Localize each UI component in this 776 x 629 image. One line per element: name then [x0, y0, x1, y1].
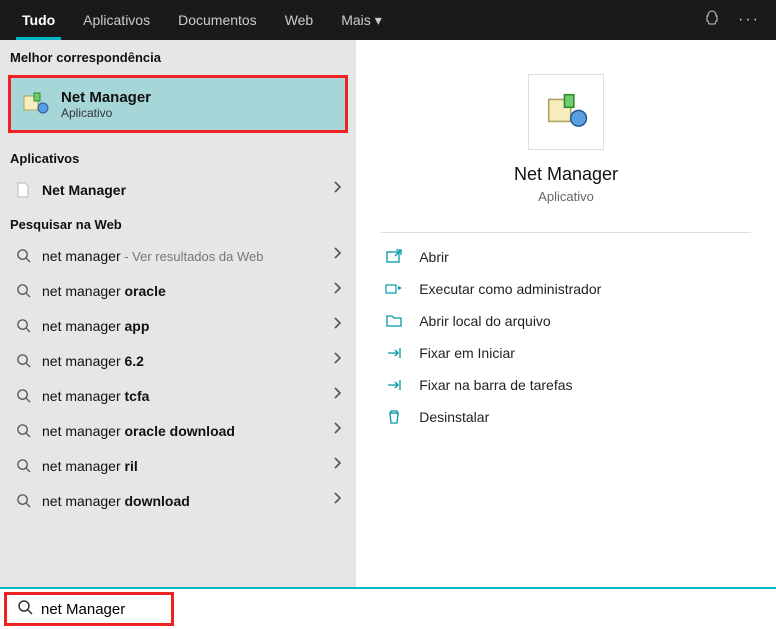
- result-text: net manager oracle: [42, 283, 166, 299]
- tab-all[interactable]: Tudo: [8, 0, 69, 40]
- apps-label: Aplicativos: [0, 141, 356, 172]
- action-label: Desinstalar: [419, 409, 489, 425]
- best-match-text: Net Manager Aplicativo: [61, 89, 151, 120]
- chevron-right-icon: [332, 180, 342, 199]
- topbar-actions: ···: [704, 10, 768, 31]
- preview-title: Net Manager: [514, 164, 618, 185]
- admin-icon: [385, 282, 403, 296]
- chevron-down-icon: ▾: [375, 12, 382, 29]
- search-icon: [14, 458, 32, 473]
- web-result-row[interactable]: net manager 6.2: [0, 343, 356, 378]
- pin-start-icon: [385, 346, 403, 360]
- result-text: net manager download: [42, 493, 190, 509]
- search-input[interactable]: [41, 601, 161, 618]
- result-text: net manager ril: [42, 458, 138, 474]
- result-text: net manager oracle download: [42, 423, 235, 439]
- tab-label: Web: [285, 12, 314, 28]
- chevron-right-icon: [332, 281, 342, 300]
- preview-subtitle: Aplicativo: [538, 189, 594, 204]
- best-match-title: Net Manager: [61, 89, 151, 106]
- search-bar: [0, 589, 776, 629]
- web-result-row[interactable]: net manager tcfa: [0, 378, 356, 413]
- divider: [381, 232, 751, 233]
- best-match-label: Melhor correspondência: [0, 40, 356, 71]
- results-panel: Melhor correspondência Net Manager Aplic…: [0, 40, 356, 589]
- result-text: Net Manager: [42, 182, 126, 198]
- web-result-row[interactable]: net manager ril: [0, 448, 356, 483]
- chevron-right-icon: [332, 456, 342, 475]
- open-icon: [385, 249, 403, 265]
- search-icon: [14, 318, 32, 333]
- action-label: Abrir: [419, 249, 449, 265]
- best-match-subtitle: Aplicativo: [61, 106, 151, 120]
- web-result-row[interactable]: net manager - Ver resultados da Web: [0, 238, 356, 273]
- tab-documents[interactable]: Documentos: [164, 0, 271, 40]
- web-label: Pesquisar na Web: [0, 207, 356, 238]
- action-admin[interactable]: Executar como administrador: [381, 273, 751, 305]
- chevron-right-icon: [332, 421, 342, 440]
- chevron-right-icon: [332, 316, 342, 335]
- app-icon: [19, 88, 51, 120]
- search-box[interactable]: [4, 592, 174, 626]
- web-result-row[interactable]: net manager app: [0, 308, 356, 343]
- search-icon: [14, 388, 32, 403]
- action-label: Fixar na barra de tarefas: [419, 377, 572, 393]
- chevron-right-icon: [332, 491, 342, 510]
- result-text: net manager 6.2: [42, 353, 144, 369]
- uninstall-icon: [385, 409, 403, 425]
- action-uninstall[interactable]: Desinstalar: [381, 401, 751, 433]
- search-icon: [14, 493, 32, 508]
- main-area: Melhor correspondência Net Manager Aplic…: [0, 40, 776, 589]
- pin-task-icon: [385, 378, 403, 392]
- tab-more[interactable]: Mais▾: [327, 0, 396, 40]
- top-tabs-bar: Tudo Aplicativos Documentos Web Mais▾ ··…: [0, 0, 776, 40]
- web-result-row[interactable]: net manager oracle: [0, 273, 356, 308]
- tab-label: Mais: [341, 12, 371, 28]
- best-match-item[interactable]: Net Manager Aplicativo: [8, 75, 348, 133]
- app-result-row[interactable]: Net Manager: [0, 172, 356, 207]
- more-icon[interactable]: ···: [738, 11, 760, 29]
- tabs-container: Tudo Aplicativos Documentos Web Mais▾: [8, 0, 396, 40]
- action-pin-task[interactable]: Fixar na barra de tarefas: [381, 369, 751, 401]
- preview-panel: Net Manager Aplicativo Abrir Executar co…: [356, 40, 776, 589]
- search-icon: [14, 283, 32, 298]
- document-icon: [14, 182, 32, 198]
- app-tile-icon: [528, 74, 604, 150]
- result-text: net manager - Ver resultados da Web: [42, 248, 263, 264]
- tab-apps[interactable]: Aplicativos: [69, 0, 164, 40]
- tab-label: Documentos: [178, 12, 257, 28]
- actions-list: Abrir Executar como administrador Abrir …: [381, 241, 751, 433]
- action-label: Abrir local do arquivo: [419, 313, 551, 329]
- action-open[interactable]: Abrir: [381, 241, 751, 273]
- folder-icon: [385, 314, 403, 328]
- web-result-row[interactable]: net manager download: [0, 483, 356, 518]
- search-icon: [14, 423, 32, 438]
- result-text: net manager tcfa: [42, 388, 149, 404]
- tab-label: Aplicativos: [83, 12, 150, 28]
- action-label: Fixar em Iniciar: [419, 345, 515, 361]
- web-result-row[interactable]: net manager oracle download: [0, 413, 356, 448]
- result-text: net manager app: [42, 318, 149, 334]
- action-pin-start[interactable]: Fixar em Iniciar: [381, 337, 751, 369]
- search-icon: [14, 353, 32, 368]
- action-folder[interactable]: Abrir local do arquivo: [381, 305, 751, 337]
- action-label: Executar como administrador: [419, 281, 601, 297]
- search-icon: [14, 248, 32, 263]
- chevron-right-icon: [332, 386, 342, 405]
- tab-label: Tudo: [22, 12, 55, 28]
- chevron-right-icon: [332, 351, 342, 370]
- feedback-icon[interactable]: [704, 10, 720, 31]
- search-icon: [17, 599, 33, 620]
- chevron-right-icon: [332, 246, 342, 265]
- tab-web[interactable]: Web: [271, 0, 328, 40]
